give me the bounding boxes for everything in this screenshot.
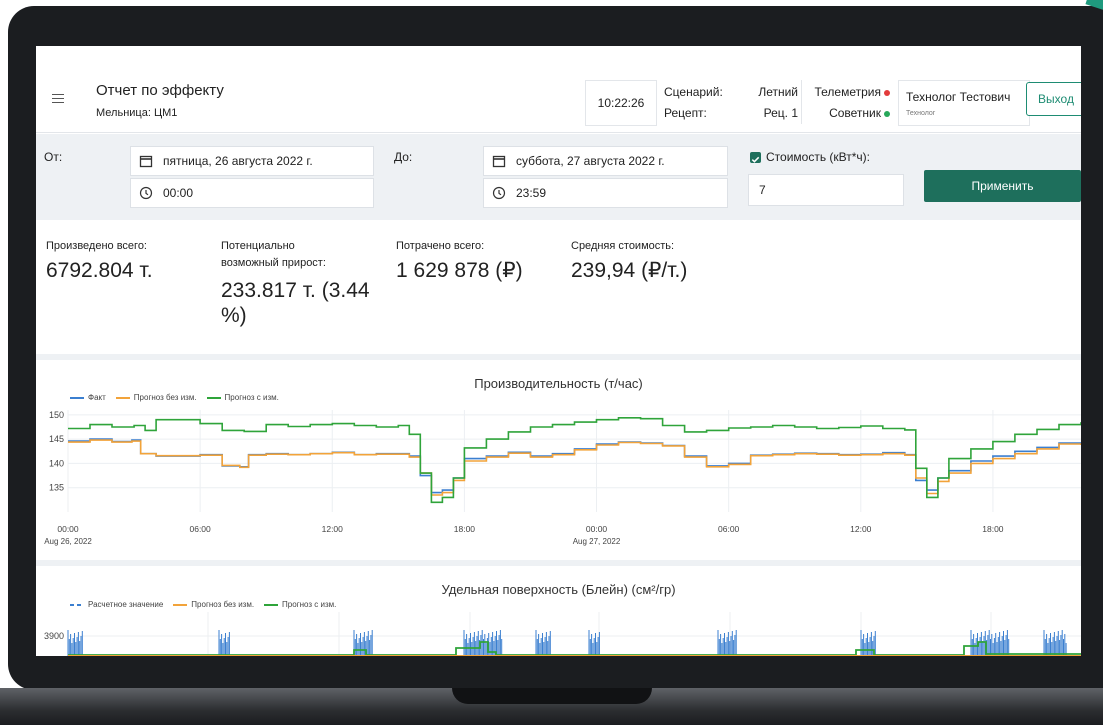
advisor-status-dot-icon [884,110,890,117]
status-indicators: Телеметрия Советник [806,82,890,124]
scenario-value[interactable]: Летний [736,82,798,103]
laptop-notch [452,688,652,704]
user-info[interactable]: Технолог Тестович Технолог [898,80,1030,126]
potential-label-line-2: возможный прирост: [221,257,326,269]
potential-value-line-2: %) [221,304,247,327]
to-date-field[interactable]: суббота, 27 августа 2022 г. [483,146,728,176]
blaine-chart: Удельная поверхность (Блейн) (см²/гр) Ра… [36,566,1081,656]
avg-cost-value: 239,94 (₽/т.) [571,259,688,282]
current-time: 10:22:26 [585,80,657,126]
produced-label: Произведено всего: [46,240,147,252]
from-date-field[interactable]: пятница, 26 августа 2022 г. [130,146,374,176]
clock-icon [139,186,153,200]
app-screen: Отчет по эффекту Мельница: ЦМ1 10:22:26 … [36,46,1081,656]
series-line-calculated [1043,630,1067,656]
spent-value: 1 629 878 (₽) [396,259,523,282]
filter-panel: От: пятница, 26 августа 2022 г. 00:00 До… [36,134,1081,220]
x-tick-sublabel: Aug 26, 2022 [44,537,92,546]
user-role: Технолог [906,110,936,117]
calendar-icon [139,155,153,168]
to-time-field[interactable]: 23:59 [483,178,728,208]
productivity-chart-plot: 135 140 145 150 00:00 Aug 26, 2022 06:00 12:00 1… [44,410,1081,546]
recipe-label: Рецепт: [664,106,707,120]
telemetry-status-dot-icon [884,89,890,96]
y-tick-label: 140 [49,458,64,468]
apply-button[interactable]: Применить [924,170,1081,202]
from-label: От: [44,150,63,164]
from-time-field[interactable]: 00:00 [130,178,374,208]
scenario-label: Сценарий: [664,85,723,99]
x-tick-label: 18:00 [454,524,476,534]
logout-button[interactable]: Выход [1026,82,1081,116]
y-tick-label: 3900 [44,631,64,641]
produced-value: 6792.804 т. [46,259,153,282]
x-tick-label: 12:00 [850,524,872,534]
to-label: До: [394,150,413,164]
header-divider [801,80,802,124]
advisor-status: Советник [806,103,890,124]
x-tick-label: 00:00 [586,524,608,534]
calendar-icon [492,155,506,168]
x-tick-label: 06:00 [189,524,211,534]
to-time-value: 23:59 [516,186,547,200]
laptop-frame: Отчет по эффекту Мельница: ЦМ1 10:22:26 … [0,0,1103,725]
hamburger-menu-icon[interactable] [52,94,64,104]
from-time-value: 00:00 [163,186,194,200]
series-line-calculated [353,630,373,656]
cost-input-value: 7 [759,183,766,197]
productivity-chart: Производительность (т/час) Факт Прогноз … [36,362,1081,566]
user-name: Технолог Тестович [906,90,1011,104]
cost-checkbox-label: Стоимость (кВт*ч): [766,150,871,164]
avg-cost-label: Средняя стоимость: [571,240,675,252]
summary-stats: Произведено всего: 6792.804 т. Потенциал… [36,220,1081,360]
x-tick-label: 06:00 [718,524,740,534]
to-date-value: суббота, 27 августа 2022 г. [516,154,665,168]
potential-label-line-1: Потенциально [221,240,295,252]
telemetry-label: Телеметрия [814,85,881,99]
advisor-label: Советник [829,106,881,120]
x-tick-label: 00:00 [57,524,79,534]
clock-icon [492,186,506,200]
potential-value-line-1: 233.817 т. (3.44 [221,279,370,302]
telemetry-status: Телеметрия [806,82,890,103]
series-line-calculated [717,630,737,656]
blaine-chart-plot: 3900 [44,612,1081,656]
cost-input[interactable]: 7 [748,174,904,206]
scenario-values: Летний Рец. 1 [736,82,798,124]
series-line-calculated [67,630,83,656]
scenario-labels: Сценарий: Рецепт: [664,82,723,124]
mill-subtitle: Мельница: ЦМ1 [96,107,178,119]
x-tick-label: 18:00 [982,524,1004,534]
app-header: Отчет по эффекту Мельница: ЦМ1 10:22:26 … [36,66,1081,133]
series-line-calculated [970,630,1010,656]
checkmark-icon [751,156,760,163]
potential-label: Потенциально возможный прирост: [221,238,326,272]
spent-label: Потрачено всего: [396,240,485,252]
series-line-fact [68,438,1081,494]
corner-accent [1085,0,1103,23]
from-date-value: пятница, 26 августа 2022 г. [163,154,313,168]
recipe-value[interactable]: Рец. 1 [736,103,798,124]
cost-checkbox[interactable] [750,152,761,163]
x-tick-sublabel: Aug 27, 2022 [573,537,621,546]
y-tick-label: 150 [49,410,64,420]
series-line-calculated [218,630,230,656]
potential-value: 233.817 т. (3.44 %) [221,278,370,328]
x-tick-label: 12:00 [322,524,344,534]
series-line-calculated [535,630,551,656]
y-tick-label: 145 [49,434,64,444]
page-title: Отчет по эффекту [96,82,224,99]
y-tick-label: 135 [49,483,64,493]
series-line-calculated [588,630,600,656]
